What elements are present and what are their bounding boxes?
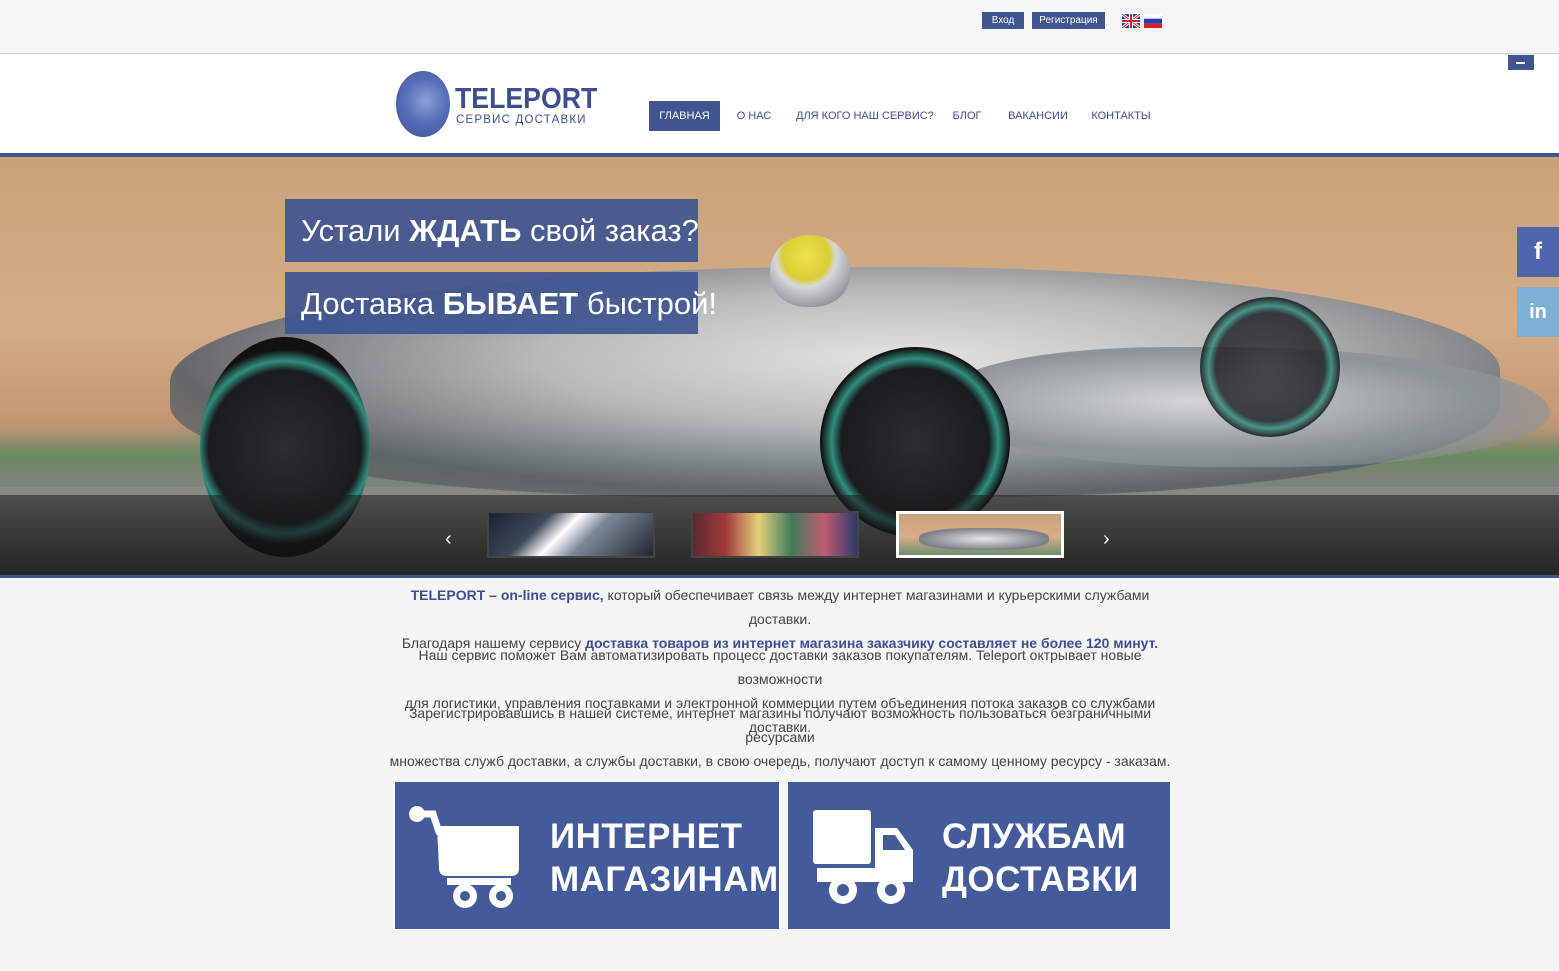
nav-home[interactable]: ГЛАВНАЯ [649, 101, 720, 131]
login-button[interactable]: Вход [982, 12, 1024, 29]
russian-flag-icon[interactable] [1144, 14, 1162, 28]
slider-thumb-1[interactable] [487, 511, 655, 558]
slider-thumb-3[interactable] [896, 511, 1064, 558]
english-flag-icon[interactable] [1122, 14, 1140, 28]
delivery-services-title: СЛУЖБАМ ДОСТАВКИ [942, 817, 1139, 899]
nav-about[interactable]: О НАС [734, 101, 774, 131]
online-shops-card[interactable]: ИНТЕРНЕТ МАГАЗИНАМ [395, 782, 779, 929]
delivery-truck-icon [813, 810, 913, 904]
nav-for-whom[interactable]: ДЛЯ КОГО НАШ СЕРВИС? [796, 101, 934, 131]
hero-headline-1: Устали ЖДАТЬ свой заказ? [285, 199, 699, 262]
top-bar: Вход Регистрация [0, 0, 1559, 54]
hero-bottom-border [0, 575, 1559, 578]
hero-headline-2: Доставка БЫВАЕТ быстрой! [285, 272, 717, 334]
linkedin-icon[interactable]: in [1517, 287, 1559, 337]
nav-vacancies[interactable]: ВАКАНСИИ [1008, 101, 1068, 131]
brand-highlight: TELEPORT – on-line сервис, [410, 587, 604, 603]
nav-blog[interactable]: БЛОГ [948, 101, 986, 131]
driver-helmet [770, 235, 850, 307]
car-far-wheel [1200, 297, 1340, 437]
logo-globe-icon[interactable] [396, 71, 450, 137]
site-header: TELEPORT СЕРВИС ДОСТАВКИ ГЛАВНАЯ О НАС Д… [0, 55, 1559, 153]
intro-paragraph-3: Зарегистрировавшись в нашей системе, инт… [389, 705, 1171, 769]
slider-thumb-2[interactable] [691, 511, 859, 558]
collapse-button[interactable] [1508, 55, 1534, 70]
facebook-icon[interactable]: f [1517, 227, 1559, 277]
shopping-cart-icon [409, 806, 519, 908]
logo-subtitle: СЕРВИС ДОСТАВКИ [456, 114, 587, 126]
register-button[interactable]: Регистрация [1032, 12, 1105, 29]
logo-title[interactable]: TELEPORT [455, 83, 597, 116]
slider-prev-arrow-icon[interactable]: ‹ [445, 528, 452, 551]
delivery-services-card[interactable]: СЛУЖБАМ ДОСТАВКИ [788, 782, 1170, 929]
slider-next-arrow-icon[interactable]: › [1103, 528, 1110, 551]
online-shops-title: ИНТЕРНЕТ МАГАЗИНАМ [550, 817, 779, 899]
nav-contacts[interactable]: КОНТАКТЫ [1090, 101, 1152, 131]
